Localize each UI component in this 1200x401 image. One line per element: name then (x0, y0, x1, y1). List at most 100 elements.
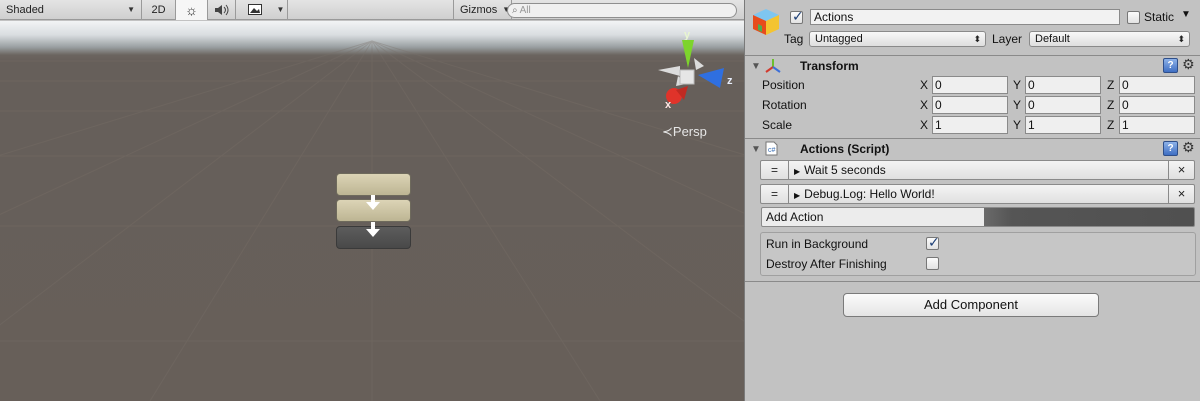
scene-search-input[interactable]: ⌕ All (507, 3, 737, 18)
rotation-y-field[interactable]: 0 (1025, 96, 1101, 114)
chevron-down-icon: ▼ (276, 5, 285, 14)
lighting-toggle-button[interactable]: ☼ (176, 0, 208, 20)
layer-dropdown[interactable]: Default ⬍ (1029, 31, 1190, 47)
position-x-label: X (920, 78, 929, 92)
persp-label-text: Persp (672, 124, 707, 139)
action-label-text: Debug.Log: Hello World! (804, 187, 935, 201)
transform-title: Transform (800, 59, 859, 73)
static-dropdown-icon[interactable]: ▼ (1181, 9, 1191, 20)
position-z-field[interactable]: 0 (1119, 76, 1195, 94)
active-checkbox[interactable]: ✓ (790, 8, 804, 24)
scale-x-field[interactable]: 1 (932, 116, 1008, 134)
shading-mode-dropdown[interactable]: Shaded ▼ (0, 0, 142, 20)
add-component-label: Add Component (924, 297, 1018, 312)
gameobject-cube-icon (753, 9, 779, 35)
destroy-after-finishing-checkbox[interactable] (926, 257, 939, 270)
drag-handle[interactable]: = (761, 161, 789, 179)
transform-icon (765, 59, 781, 73)
checkmark-icon: ✓ (792, 8, 804, 24)
action-item-wait[interactable]: = ▶ Wait 5 seconds × (760, 160, 1195, 180)
scale-z-value: 1 (1122, 118, 1129, 132)
rotation-z-value: 0 (1122, 98, 1129, 112)
scene-action-box-1[interactable] (336, 173, 411, 196)
expand-arrow-icon[interactable]: ▶ (794, 191, 800, 200)
gizmo-x-label: x (665, 99, 672, 108)
add-action-button[interactable]: Add Action (761, 207, 1195, 227)
scale-label: Scale (762, 118, 793, 132)
add-action-label: Add Action (766, 210, 824, 224)
rotation-label: Rotation (762, 98, 807, 112)
foldout-arrow-icon[interactable]: ▼ (751, 144, 761, 155)
audio-toggle-button[interactable] (208, 0, 236, 20)
scene-view[interactable]: Shaded ▼ 2D ☼ ▼ Gizmos ▼ (0, 0, 744, 401)
rotation-x-label: X (920, 98, 929, 112)
image-icon (248, 4, 262, 15)
script-file-icon: c# (765, 141, 778, 156)
position-y-value: 0 (1028, 78, 1035, 92)
projection-toggle[interactable]: ≺Persp (662, 124, 707, 140)
scale-z-field[interactable]: 1 (1119, 116, 1195, 134)
rotation-z-label: Z (1107, 98, 1115, 112)
static-checkbox[interactable] (1127, 11, 1140, 24)
persp-arrow-icon: ≺ (662, 124, 673, 139)
action-label: ▶ Debug.Log: Hello World! (794, 187, 935, 201)
rotation-x-field[interactable]: 0 (932, 96, 1008, 114)
updown-arrows-icon: ⬍ (1177, 34, 1185, 44)
scale-y-field[interactable]: 1 (1025, 116, 1101, 134)
run-in-background-label: Run in Background (766, 237, 869, 251)
speaker-icon (214, 4, 228, 15)
action-item-debug-log[interactable]: = ▶ Debug.Log: Hello World! × (760, 184, 1195, 204)
remove-action-button[interactable]: × (1168, 161, 1194, 179)
gear-icon[interactable]: ⚙ (1182, 56, 1195, 73)
position-label: Position (762, 78, 805, 92)
checkmark-icon: ✓ (928, 234, 940, 250)
gizmo-z-cone[interactable] (698, 68, 724, 88)
rotation-z-field[interactable]: 0 (1119, 96, 1195, 114)
position-x-value: 0 (935, 78, 942, 92)
effects-dropdown[interactable]: ▼ (274, 0, 288, 20)
scale-y-label: Y (1013, 118, 1022, 132)
gizmo-y-label: y (684, 29, 691, 41)
expand-arrow-icon[interactable]: ▶ (794, 167, 800, 176)
remove-action-button[interactable]: × (1168, 185, 1194, 203)
tag-dropdown[interactable]: Untagged ⬍ (809, 31, 986, 47)
search-icon: ⌕ (512, 5, 518, 16)
gizmo-neg-z-cone[interactable] (694, 58, 704, 70)
object-name-value: Actions (814, 10, 854, 24)
help-icon[interactable]: ? (1163, 58, 1178, 73)
static-label: Static (1144, 10, 1175, 24)
gear-icon[interactable]: ⚙ (1182, 139, 1195, 156)
gizmos-label: Gizmos (460, 3, 498, 16)
effects-button[interactable] (236, 0, 274, 20)
object-name-field[interactable]: Actions (810, 9, 1120, 25)
foldout-arrow-icon[interactable]: ▼ (751, 61, 761, 72)
gizmo-y-cone[interactable] (682, 40, 694, 68)
down-arrow-icon (366, 195, 380, 210)
gizmos-dropdown[interactable]: Gizmos ▼ (453, 0, 512, 20)
tag-value: Untagged (815, 33, 863, 45)
gizmo-center-cube[interactable] (679, 69, 695, 85)
position-y-field[interactable]: 0 (1025, 76, 1101, 94)
scale-z-label: Z (1107, 118, 1115, 132)
sun-icon: ☼ (185, 1, 198, 18)
updown-arrows-icon: ⬍ (973, 34, 981, 44)
drag-handle[interactable]: = (761, 185, 789, 203)
help-icon[interactable]: ? (1163, 141, 1178, 156)
action-label: ▶ Wait 5 seconds (794, 163, 886, 177)
position-z-value: 0 (1122, 78, 1129, 92)
orientation-gizmo[interactable]: y z x (648, 28, 738, 108)
action-label-text: Wait 5 seconds (804, 163, 886, 177)
run-in-background-checkbox[interactable]: ✓ (926, 234, 940, 250)
rotation-y-label: Y (1013, 98, 1022, 112)
2d-toggle-button[interactable]: 2D (142, 0, 176, 20)
gizmo-neg-x-cone[interactable] (658, 66, 680, 76)
add-component-button[interactable]: Add Component (843, 293, 1099, 317)
position-x-field[interactable]: 0 (932, 76, 1008, 94)
down-arrow-icon (366, 222, 380, 237)
tag-label: Tag (784, 32, 804, 46)
scale-y-value: 1 (1028, 118, 1035, 132)
rotation-y-value: 0 (1028, 98, 1035, 112)
layer-label: Layer (992, 32, 1023, 46)
destroy-after-finishing-label: Destroy After Finishing (766, 257, 887, 271)
position-y-label: Y (1013, 78, 1022, 92)
